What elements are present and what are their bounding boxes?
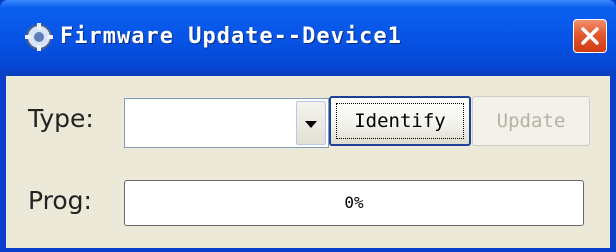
type-dropdown-button[interactable] [296, 101, 326, 145]
chevron-down-icon [305, 121, 317, 128]
progress-label: Prog: [28, 186, 92, 215]
progress-bar: 0% [124, 180, 584, 226]
update-button-label: Update [496, 110, 566, 132]
close-button[interactable] [573, 19, 607, 53]
window-client-area: Type: Identify Update Prog: 0% [6, 76, 610, 248]
window-title: Firmware Update--Device1 [60, 24, 402, 49]
focus-ring [336, 103, 464, 139]
identify-button[interactable]: Identify [329, 96, 471, 146]
type-label: Type: [28, 104, 94, 133]
update-button: Update [472, 96, 590, 146]
firmware-update-window: Firmware Update--Device1 Type: Identify … [0, 0, 616, 252]
close-icon [581, 27, 599, 45]
progress-text: 0% [344, 193, 364, 212]
type-combobox[interactable] [124, 98, 329, 148]
app-gear-icon [25, 23, 53, 51]
title-bar[interactable]: Firmware Update--Device1 [0, 0, 616, 76]
